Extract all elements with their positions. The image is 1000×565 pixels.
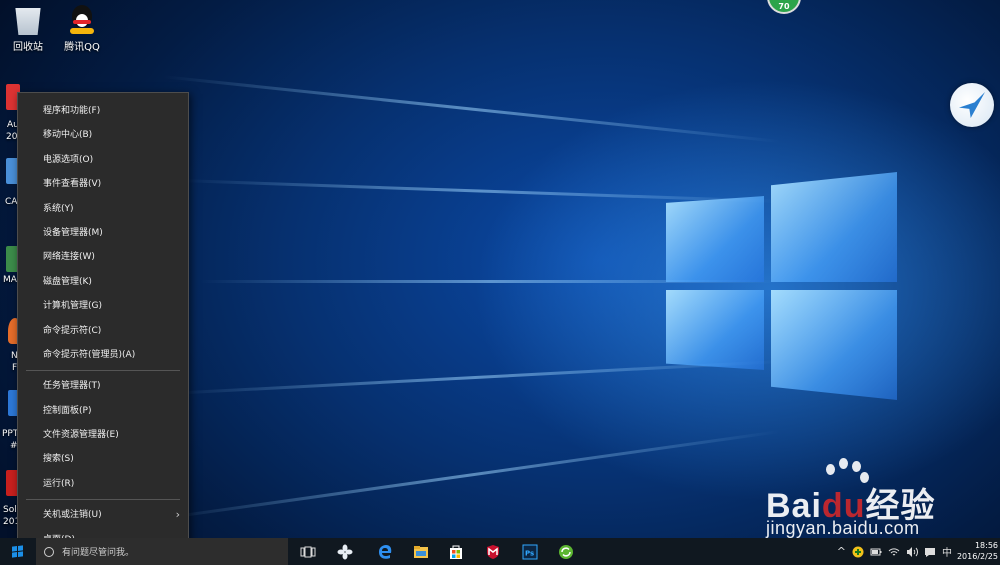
menu-separator [26,499,180,501]
store-icon [450,545,462,559]
qq-penguin-icon [67,5,97,35]
edge-icon [379,544,392,559]
watermark-url: jingyan.baidu.com [766,518,920,538]
menu-item-mobility-center[interactable]: 移动中心(B) [18,123,188,147]
baidu-watermark: Baidu经验 jingyan.baidu.com [766,458,996,538]
taskbar-app-file-explorer[interactable] [403,538,439,565]
volume-icon[interactable] [906,546,918,558]
wallpaper-logo-pane [771,172,897,282]
taskbar-app-fan[interactable] [327,538,363,565]
cortana-search-box[interactable]: 有问题尽管问我。 [36,538,288,565]
recycle-bin-icon [15,8,41,35]
menu-item-disk-management[interactable]: 磁盘管理(K) [18,270,188,294]
battery-icon[interactable] [870,546,882,558]
wifi-icon[interactable] [888,546,900,558]
taskbar-app-photoshop[interactable]: Ps [512,538,548,565]
menu-separator [26,370,180,372]
chevron-right-icon: › [175,508,180,522]
floating-badge[interactable]: 70 [767,0,801,14]
menu-item-power-options[interactable]: 电源选项(O) [18,148,188,172]
wallpaper-beam [180,179,781,203]
floating-bird-icon[interactable] [950,83,994,127]
desktop-icon-recycle-bin[interactable]: 回收站 [0,5,58,53]
wallpaper-logo-pane [771,290,897,400]
taskbar-app-mcafee[interactable] [475,538,511,565]
menu-item-device-manager[interactable]: 设备管理器(M) [18,221,188,245]
desktop-icon-label: CA [5,197,18,207]
desktop-icon-label: 20 [6,132,18,142]
svg-text:Ps: Ps [525,549,534,557]
menu-item-run[interactable]: 运行(R) [18,472,188,496]
menu-item-task-manager[interactable]: 任务管理器(T) [18,374,188,398]
desktop-icon-label: 腾讯QQ [64,42,100,53]
green-app-icon [559,544,573,559]
taskbar: 有问题尽管问我。 Ps ^ 中 18:56 2016/2/25 [0,538,1000,565]
menu-item-command-prompt-admin[interactable]: 命令提示符(管理员)(A) [18,343,188,367]
menu-item-file-explorer[interactable]: 文件资源管理器(E) [18,423,188,447]
menu-item-shutdown-signout[interactable]: 关机或注销(U) › [18,503,188,527]
desktop-icon-label: MA [3,275,17,285]
cortana-circle-icon [44,546,54,557]
taskbar-app-green[interactable] [548,538,584,565]
task-view-button[interactable] [290,538,326,565]
winx-menu: 程序和功能(F) 移动中心(B) 电源选项(O) 事件查看器(V) 系统(Y) … [17,92,189,555]
desktop-icon-label: 回收站 [13,42,43,53]
taskbar-app-edge[interactable] [367,538,403,565]
task-view-icon [300,546,316,557]
baidu-fan-icon [337,544,353,559]
clock-time: 18:56 [974,541,998,550]
clock[interactable]: 18:56 2016/2/25 [952,540,998,562]
taskbar-app-store[interactable] [438,538,474,565]
system-tray: ^ 中 [837,538,952,565]
desktop-icon-label: PPT [2,429,19,439]
ime-indicator[interactable]: 中 [942,544,952,559]
file-explorer-icon [414,545,428,558]
wallpaper-beam [170,360,781,395]
tray-plus-icon[interactable] [852,546,864,558]
wallpaper-logo-pane [666,290,764,370]
wallpaper-beam [155,430,781,521]
menu-item-command-prompt[interactable]: 命令提示符(C) [18,319,188,343]
wallpaper-logo-pane [666,196,764,282]
windows-logo-icon [12,545,23,558]
menu-item-system[interactable]: 系统(Y) [18,197,188,221]
menu-item-event-viewer[interactable]: 事件查看器(V) [18,172,188,196]
photoshop-icon: Ps [522,544,538,559]
clock-date: 2016/2/25 [956,552,998,561]
wallpaper-beam [163,75,781,143]
menu-item-network-connections[interactable]: 网络连接(W) [18,245,188,269]
search-placeholder: 有问题尽管问我。 [62,548,135,558]
action-center-icon[interactable] [924,546,936,558]
show-hidden-icons-chevron[interactable]: ^ [837,545,846,558]
desktop-icon-qq[interactable]: 腾讯QQ [52,5,112,53]
menu-item-search[interactable]: 搜索(S) [18,447,188,471]
mcafee-icon [487,544,499,559]
start-button[interactable] [0,538,35,565]
menu-item-computer-management[interactable]: 计算机管理(G) [18,294,188,318]
menu-item-label: 关机或注销(U) [43,510,102,521]
menu-item-control-panel[interactable]: 控制面板(P) [18,399,188,423]
menu-item-programs-features[interactable]: 程序和功能(F) [18,99,188,123]
